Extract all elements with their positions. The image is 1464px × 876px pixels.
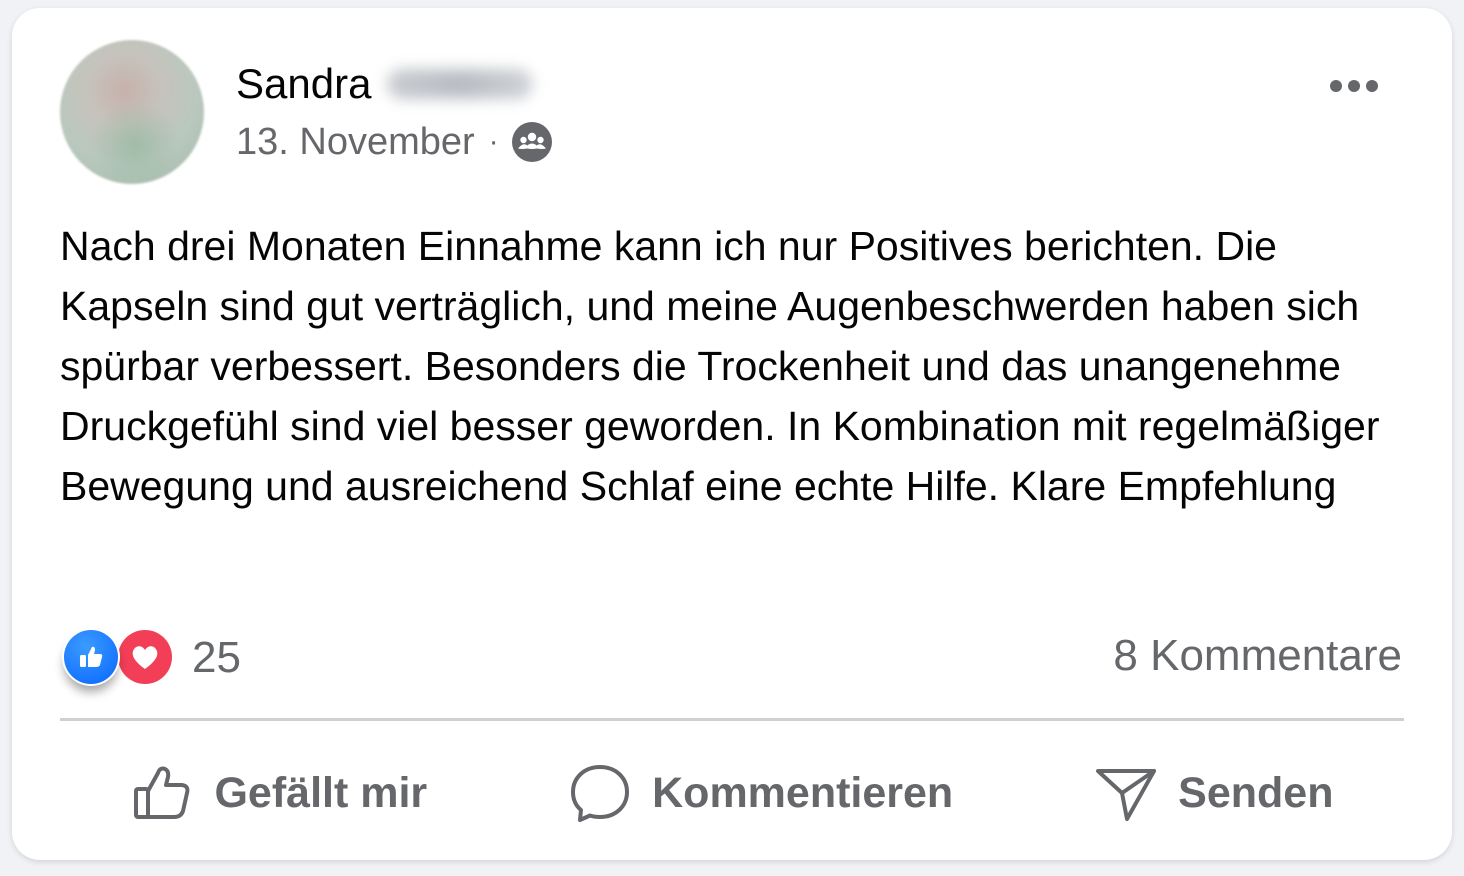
like-button-label: Gefällt mir	[214, 768, 428, 817]
send-button-label: Senden	[1178, 768, 1334, 817]
like-reaction-icon	[64, 630, 118, 684]
meta-separator: ·	[488, 125, 499, 158]
group-icon[interactable]	[511, 121, 553, 163]
more-dot	[1366, 80, 1378, 92]
post-meta: 13. November ·	[236, 120, 553, 164]
love-reaction-icon	[118, 630, 172, 684]
author-first-name[interactable]: Sandra	[236, 60, 371, 108]
comment-button-label: Kommentieren	[652, 768, 954, 817]
send-button[interactable]: Senden	[1094, 761, 1333, 825]
divider	[60, 718, 1404, 721]
more-options-icon[interactable]	[1326, 66, 1382, 106]
more-dot	[1330, 80, 1342, 92]
comment-bubble-icon	[568, 761, 632, 825]
like-button[interactable]: Gefällt mir	[130, 761, 427, 825]
post-date[interactable]: 13. November	[236, 120, 475, 164]
author-name-row[interactable]: Sandra	[236, 60, 534, 108]
reaction-count: 25	[192, 633, 241, 682]
send-icon	[1094, 761, 1158, 825]
reactions-summary[interactable]: 25	[62, 626, 241, 690]
comment-button[interactable]: Kommentieren	[568, 761, 953, 825]
author-avatar[interactable]	[60, 40, 204, 184]
reaction-icons	[62, 628, 174, 688]
post-text: Nach drei Monaten Einnahme kann ich nur …	[60, 223, 1380, 509]
comments-count-link[interactable]: 8 Kommentare	[1113, 628, 1402, 684]
author-surname-blurred	[387, 69, 534, 99]
action-bar: Gefällt mir Kommentieren Senden	[60, 748, 1404, 838]
more-dot	[1348, 80, 1360, 92]
thumbs-up-icon	[130, 761, 194, 825]
post-card: Sandra 13. November · Nach drei Monaten …	[12, 8, 1452, 860]
